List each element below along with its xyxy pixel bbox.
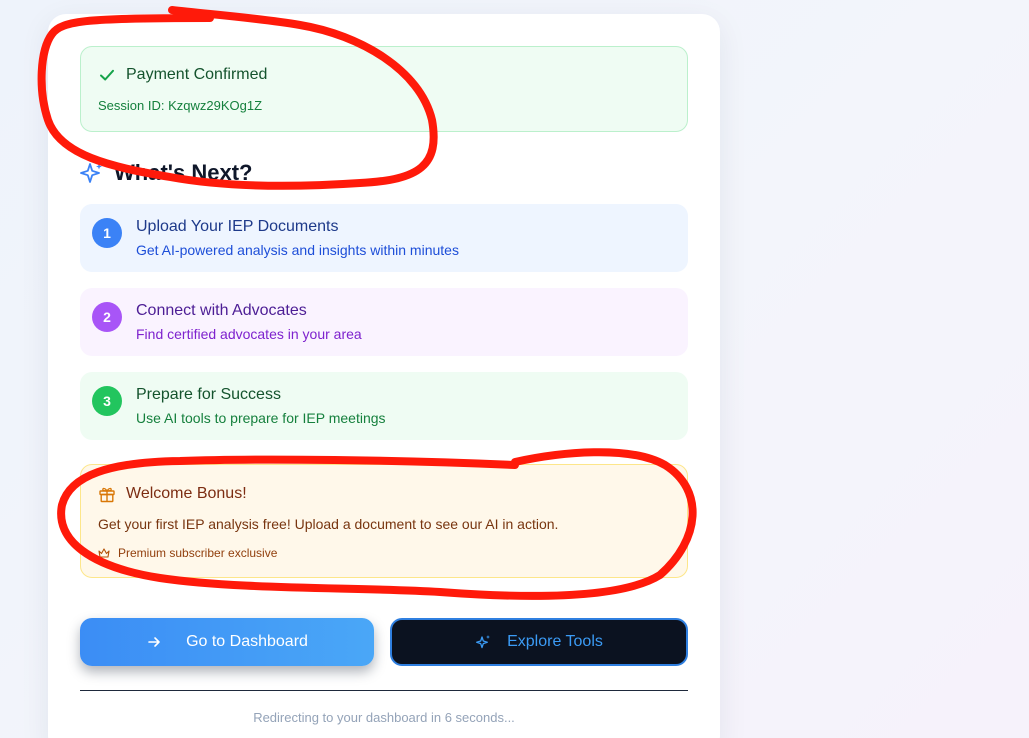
go-to-dashboard-button[interactable]: Go to Dashboard <box>80 618 374 666</box>
explore-tools-label: Explore Tools <box>507 633 603 650</box>
step-title: Prepare for Success <box>136 386 281 403</box>
success-card: Payment Confirmed Session ID: Kzqwz29KOg… <box>48 14 720 738</box>
step-connect-advocates: 2 Connect with Advocates Find certified … <box>80 288 688 356</box>
session-id: Session ID: Kzqwz29KOg1Z <box>98 98 263 113</box>
welcome-bonus-panel: Welcome Bonus! Get your first IEP analys… <box>80 464 688 578</box>
sparkles-icon <box>80 163 102 183</box>
explore-tools-button[interactable]: Explore Tools <box>390 618 688 666</box>
arrow-right-icon <box>148 637 160 647</box>
bonus-title: Welcome Bonus! <box>126 485 247 502</box>
go-to-dashboard-label: Go to Dashboard <box>186 633 308 650</box>
step-number-badge: 1 <box>92 218 122 248</box>
check-icon <box>100 69 114 81</box>
step-title: Connect with Advocates <box>136 302 307 319</box>
step-description: Use AI tools to prepare for IEP meetings <box>136 410 386 426</box>
redirect-countdown: Redirecting to your dashboard in 6 secon… <box>253 710 515 725</box>
step-description: Find certified advocates in your area <box>136 326 362 342</box>
step-prepare-success: 3 Prepare for Success Use AI tools to pr… <box>80 372 688 440</box>
step-title: Upload Your IEP Documents <box>136 218 339 235</box>
premium-exclusive-note: Premium subscriber exclusive <box>118 546 278 560</box>
whats-next-title: What's Next? <box>114 160 253 185</box>
step-number-badge: 3 <box>92 386 122 416</box>
step-description: Get AI-powered analysis and insights wit… <box>136 242 459 258</box>
crown-icon <box>98 548 110 558</box>
payment-confirmed-banner: Payment Confirmed Session ID: Kzqwz29KOg… <box>80 46 688 132</box>
sparkles-icon <box>476 635 491 649</box>
gift-icon <box>99 487 115 503</box>
bonus-description: Get your first IEP analysis free! Upload… <box>98 516 559 532</box>
step-upload-documents: 1 Upload Your IEP Documents Get AI-power… <box>80 204 688 272</box>
step-number-badge: 2 <box>92 302 122 332</box>
payment-confirmed-title: Payment Confirmed <box>126 66 268 83</box>
divider <box>80 690 688 691</box>
